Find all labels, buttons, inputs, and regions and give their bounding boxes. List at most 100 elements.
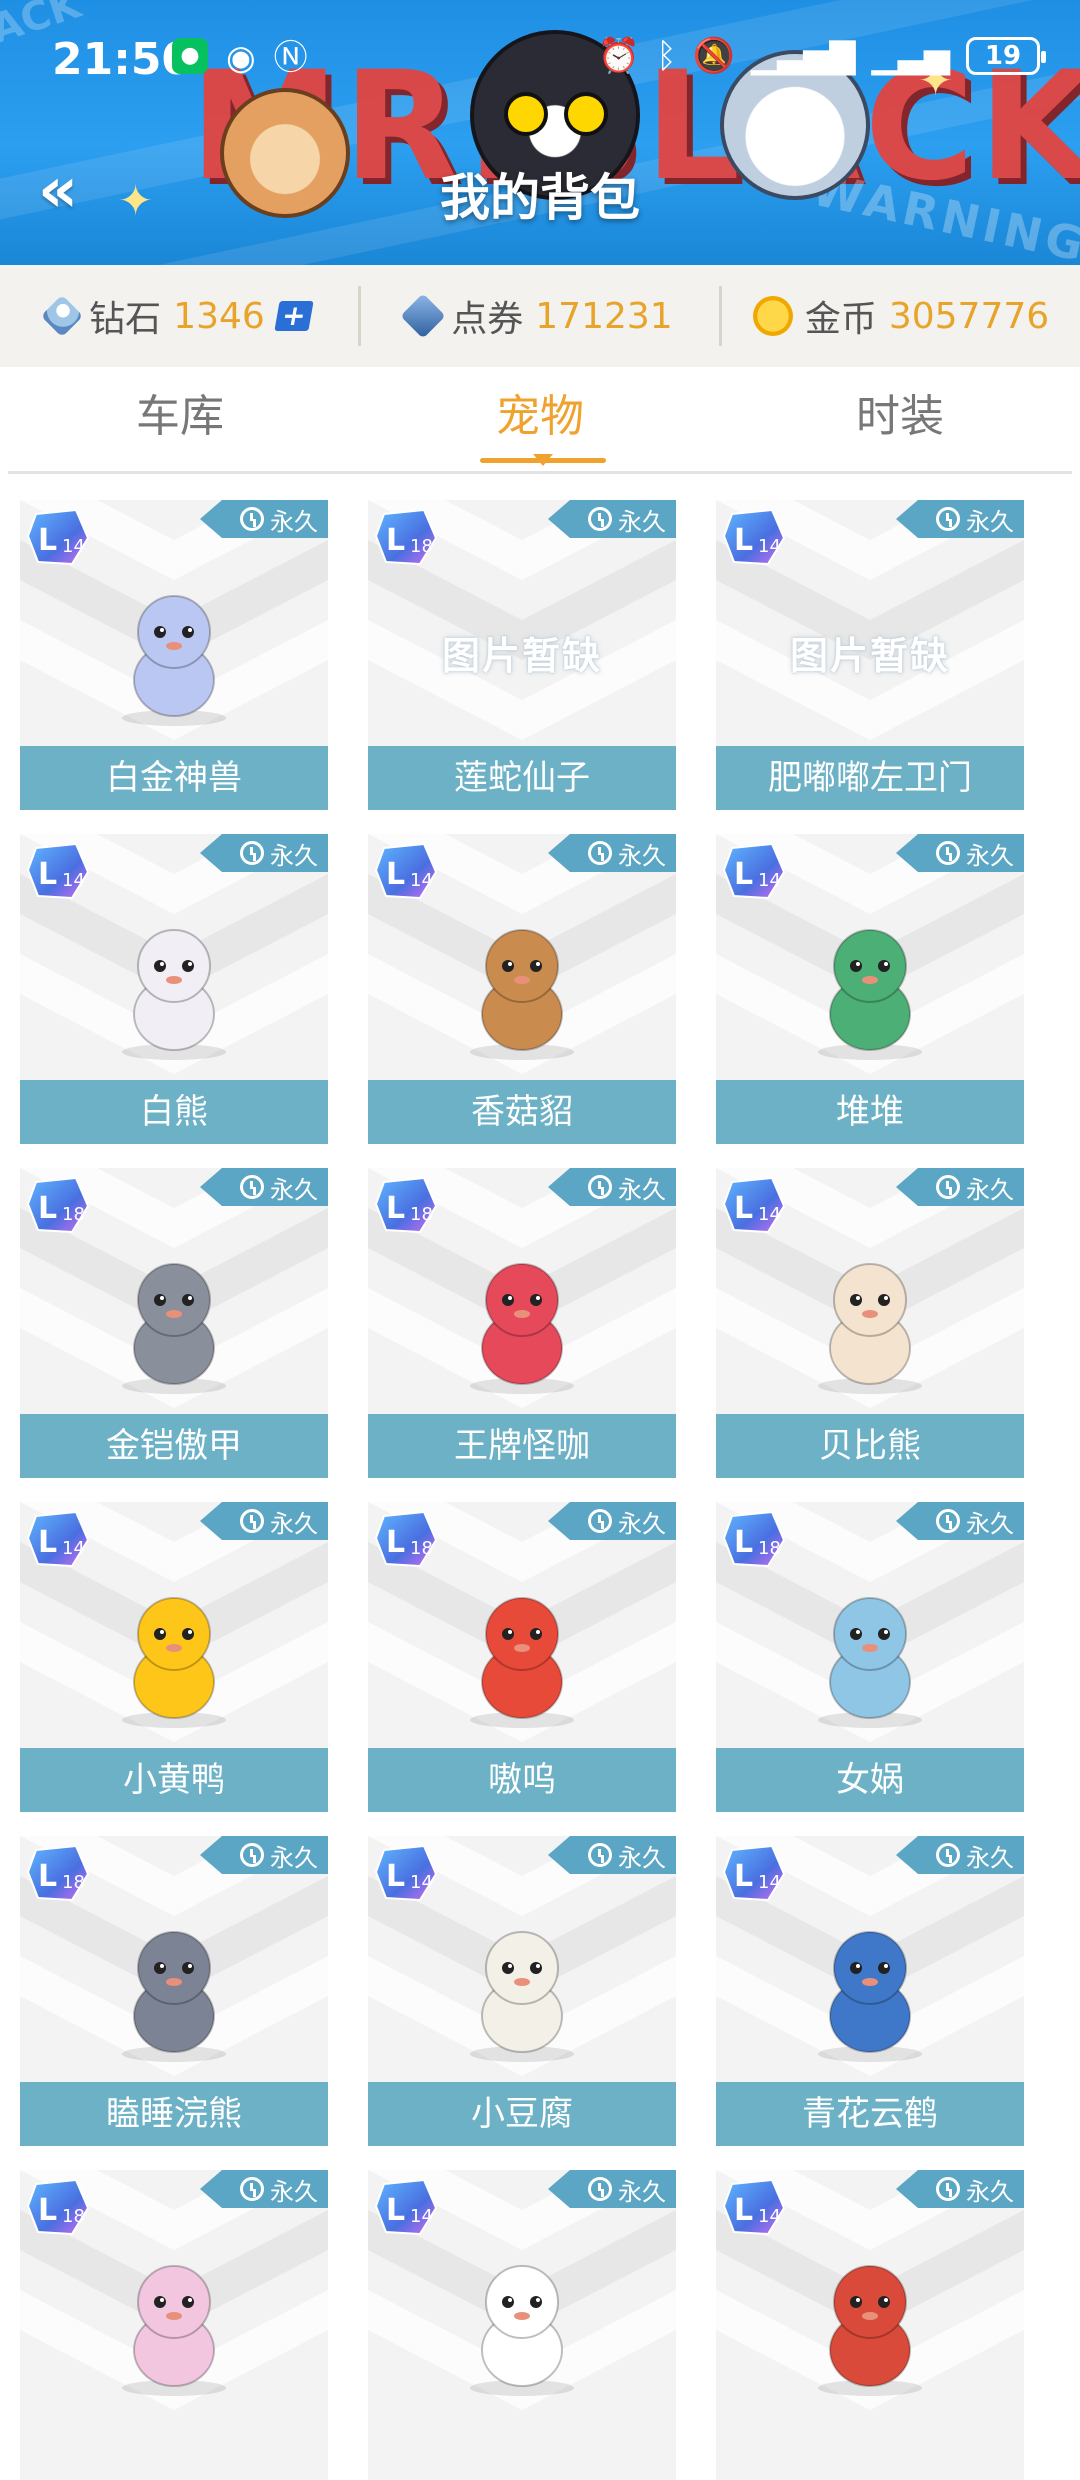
svg-text:L: L [734,857,753,892]
duration-label: 永久 [270,507,318,536]
svg-text:L: L [734,1525,753,1560]
clock-icon [240,1175,264,1199]
svg-text:L: L [38,857,57,892]
pet-card[interactable]: L 18 永久 嗷呜 [368,1502,676,1812]
pet-card[interactable]: L 14 永久 香菇貂 [368,834,676,1144]
level-badge-icon: L 18 [374,508,438,566]
tab-fashion[interactable]: 时装 [720,367,1080,473]
pet-name: 瞌睡浣熊 [20,2082,328,2146]
pet-card[interactable]: L 14 永久 贝比熊 [716,1168,1024,1478]
signal-icon: ▁▃▅▇ [750,36,856,76]
pet-card[interactable]: L 14 永久 小黄鸭 [20,1502,328,1812]
pet-name: 莲蛇仙子 [368,746,676,810]
duration-label: 永久 [270,1509,318,1538]
pet-card[interactable]: L 18 永久 女娲 [716,1502,1024,1812]
level-badge-icon: L 18 [374,1510,438,1568]
svg-text:L: L [386,1191,405,1226]
level-number: 18 [410,536,433,557]
pet-image [470,1263,574,1394]
svg-text:L: L [734,1859,753,1894]
clock-icon [588,1175,612,1199]
level-number: 18 [62,2206,85,2227]
diamond-icon [40,294,84,338]
level-number: 14 [758,2206,781,2227]
pet-card[interactable]: L 14 永久 白熊 [20,834,328,1144]
pet-image [122,1263,226,1394]
clock-icon [240,1843,264,1867]
pet-card[interactable]: L 18 永久 王牌怪咖 [368,1168,676,1478]
duration-label: 永久 [618,2177,666,2206]
currency-coupon: 点券 171231 [358,286,719,346]
svg-text:L: L [38,1859,57,1894]
tab-garage[interactable]: 车库 [0,367,360,473]
clock-icon [936,507,960,531]
tab-divider [8,471,1072,474]
duration-label: 永久 [966,1843,1014,1872]
svg-text:L: L [386,523,405,558]
level-badge-icon: L 14 [722,1176,786,1234]
add-diamond-button[interactable]: + [274,299,314,332]
pet-card[interactable]: L 18 永久 瞌睡浣熊 [20,1836,328,2146]
level-badge-icon: L 18 [26,1844,90,1902]
level-number: 18 [410,1538,433,1559]
currency-value: 1346 [173,295,265,337]
pet-image [470,2265,574,2396]
level-number: 14 [758,870,781,891]
level-number: 18 [62,1872,85,1893]
pet-card[interactable]: L 18 永久 图片暂缺 莲蛇仙子 [368,500,676,810]
pet-image [470,929,574,1060]
pet-name: 堆堆 [716,1080,1024,1144]
level-number: 18 [758,1538,781,1559]
clock-icon [936,1843,960,1867]
duration-badge: 永久 [896,500,1024,538]
wechat-icon: ● [172,38,208,74]
status-bar: 21:50 ● ◉ Ⓝ ⏰ ᛒ 🔕 ▁▃▅▇ ▁▃▅ 19 [0,0,1080,120]
duration-label: 永久 [618,507,666,536]
duration-badge: 永久 [896,1502,1024,1540]
coin-icon [752,296,793,336]
svg-text:L: L [386,2193,405,2228]
header-banner: ACK MR.BLACK WARNING ✦ ✦ 21:50 ● ◉ Ⓝ ⏰ ᛒ… [0,0,1080,265]
clock-icon [240,841,264,865]
svg-text:L: L [734,2193,753,2228]
pet-card[interactable]: L 14 永久 堆堆 [716,834,1024,1144]
level-number: 18 [62,1204,85,1225]
pet-card[interactable]: L 14 永久 [716,2170,1024,2480]
duration-badge: 永久 [548,500,676,538]
pet-card[interactable]: L 14 永久 小豆腐 [368,1836,676,2146]
svg-text:L: L [734,523,753,558]
mute-icon: 🔕 [692,36,735,76]
pet-card[interactable]: L 14 永久 白金神兽 [20,500,328,810]
duration-label: 永久 [270,1175,318,1204]
pet-image [470,1597,574,1728]
pet-name: 白金神兽 [20,746,328,810]
duration-label: 永久 [966,2177,1014,2206]
pet-name: 金铠傲甲 [20,1414,328,1478]
duration-badge: 永久 [548,1168,676,1206]
duration-label: 永久 [618,1509,666,1538]
level-number: 14 [62,1538,85,1559]
level-badge-icon: L 14 [722,1844,786,1902]
clock-icon [936,841,960,865]
duration-badge: 永久 [548,1836,676,1874]
pet-name: 贝比熊 [716,1414,1024,1478]
duration-badge: 永久 [200,834,328,872]
pet-name: 王牌怪咖 [368,1414,676,1478]
level-badge-icon: L 14 [722,508,786,566]
pet-name: 肥嘟嘟左卫门 [716,746,1024,810]
pet-image [122,2265,226,2396]
pet-card[interactable]: L 18 永久 金铠傲甲 [20,1168,328,1478]
pet-card[interactable]: L 18 永久 [20,2170,328,2480]
currency-diamond: 钻石 1346 + [0,286,358,346]
pet-card[interactable]: L 14 永久 [368,2170,676,2480]
clock-icon [588,2177,612,2201]
pet-card[interactable]: L 14 永久 图片暂缺 肥嘟嘟左卫门 [716,500,1024,810]
duration-badge: 永久 [548,834,676,872]
clock-icon [588,1843,612,1867]
pet-image [818,929,922,1060]
page-title: 我的背包 [440,169,640,227]
svg-text:L: L [38,523,57,558]
level-number: 14 [410,1872,433,1893]
duration-badge: 永久 [548,2170,676,2208]
pet-card[interactable]: L 14 永久 青花云鹤 [716,1836,1024,2146]
